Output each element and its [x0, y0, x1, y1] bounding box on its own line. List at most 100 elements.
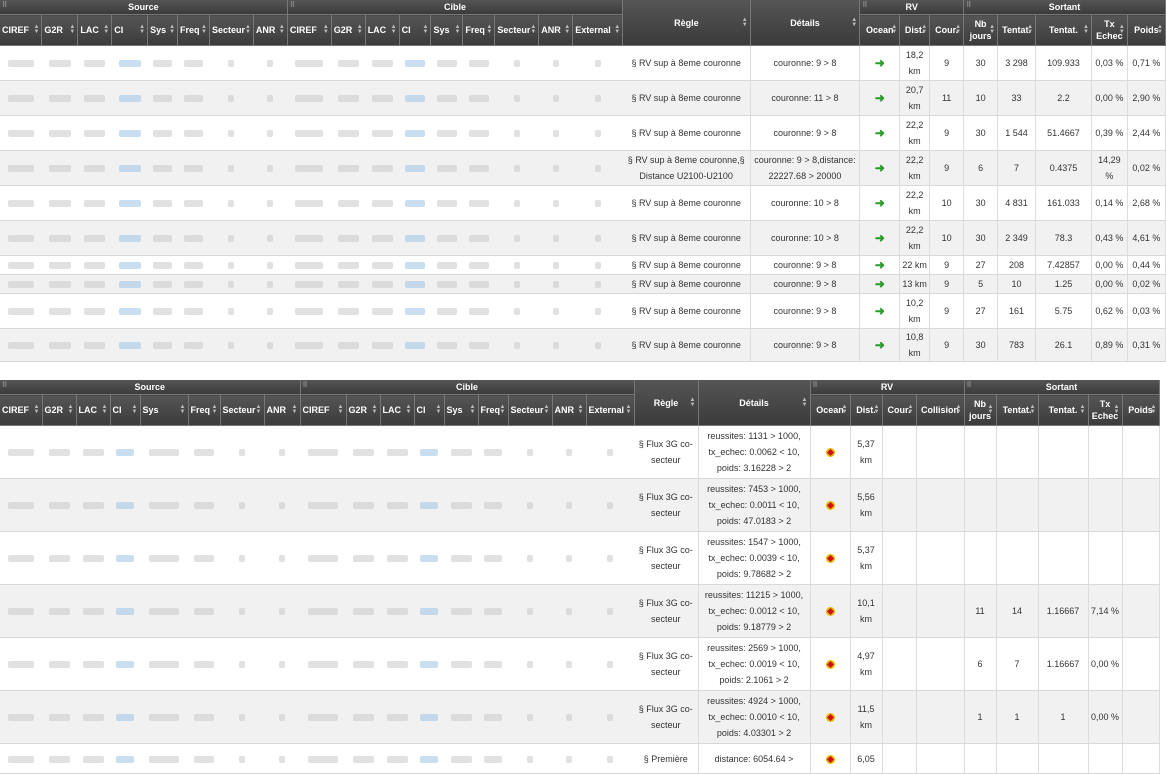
- sort-icon[interactable]: ▲ ▼: [102, 404, 108, 415]
- table-row[interactable]: § RV sup à 8eme couronne couronne: 9 > 8 ➜…: [0, 293, 1166, 329]
- drag-handle-icon[interactable]: ⠿: [967, 381, 972, 389]
- header-rv-0[interactable]: Ocean ▲ ▼: [810, 394, 851, 426]
- header-cible-4[interactable]: Sys ▲ ▼: [444, 394, 479, 426]
- sort-icon[interactable]: ▲ ▼: [454, 24, 460, 35]
- table-row[interactable]: § RV sup à 8eme couronne couronne: 10 > 8…: [0, 220, 1166, 256]
- header-sortant-4[interactable]: Poids ▲ ▼: [1127, 14, 1166, 46]
- header-rv-1[interactable]: Dist. ▲ ▼: [899, 14, 931, 46]
- header-cible-1[interactable]: G2R ▲ ▼: [331, 14, 366, 46]
- table-row[interactable]: § Flux 3G co-secteur reussites: 2569 > 10…: [0, 637, 1160, 691]
- header-cible-6[interactable]: Secteur ▲ ▼: [494, 14, 540, 46]
- sort-icon[interactable]: ▲ ▼: [1083, 24, 1089, 35]
- header-cible-2[interactable]: LAC ▲ ▼: [365, 14, 400, 46]
- header-sortant-1[interactable]: Tentat. ▲ ▼: [997, 14, 1037, 46]
- table-row[interactable]: § RV sup à 8eme couronne couronne: 9 > 8 ➜…: [0, 274, 1166, 294]
- sort-icon[interactable]: ▲ ▼: [292, 404, 298, 415]
- header-source-6[interactable]: Secteur ▲ ▼: [209, 14, 254, 46]
- sort-icon[interactable]: ▲ ▼: [1080, 404, 1086, 415]
- table-row[interactable]: § RV sup à 8eme couronne couronne: 9 > 8 ➜…: [0, 328, 1166, 362]
- sort-icon[interactable]: ▲ ▼: [256, 404, 262, 415]
- sort-icon[interactable]: ▲ ▼: [742, 17, 748, 28]
- sort-icon[interactable]: ▲ ▼: [357, 24, 363, 35]
- sort-icon[interactable]: ▲ ▼: [1157, 24, 1163, 35]
- header-source-3[interactable]: CI ▲ ▼: [110, 394, 141, 426]
- table-row[interactable]: § Flux 3G co-secteur reussites: 7453 > 10…: [0, 478, 1160, 532]
- header-cible-2[interactable]: LAC ▲ ▼: [380, 394, 415, 426]
- sort-icon[interactable]: ▲ ▼: [103, 24, 109, 35]
- header-source-0[interactable]: CIREF ▲ ▼: [0, 14, 43, 46]
- header-source-7[interactable]: ANR ▲ ▼: [253, 14, 288, 46]
- header-source-1[interactable]: G2R ▲ ▼: [42, 394, 77, 426]
- sort-icon[interactable]: ▲ ▼: [874, 404, 880, 415]
- sort-icon[interactable]: ▲ ▼: [338, 404, 344, 415]
- sort-icon[interactable]: ▲ ▼: [245, 24, 251, 35]
- drag-handle-icon[interactable]: ⠿: [966, 1, 971, 9]
- sort-icon[interactable]: ▲ ▼: [851, 17, 857, 28]
- header-rv-0[interactable]: Ocean ▲ ▼: [859, 14, 901, 46]
- sort-icon[interactable]: ▲ ▼: [34, 404, 40, 415]
- table-row[interactable]: § Flux 3G co-secteur reussites: 4924 > 10…: [0, 690, 1160, 744]
- sort-icon[interactable]: ▲ ▼: [423, 24, 429, 35]
- header-sortant-2[interactable]: Tentat. ▲ ▼: [1035, 14, 1092, 46]
- header-sortant-3[interactable]: Tx Echec ▲ ▼: [1091, 14, 1128, 46]
- sort-icon[interactable]: ▲ ▼: [614, 24, 620, 35]
- table-row[interactable]: § RV sup à 8eme couronne couronne: 9 > 8 ➜…: [0, 45, 1166, 81]
- drag-handle-icon[interactable]: ⠿: [813, 381, 818, 389]
- header-details[interactable]: Détails ▲ ▼: [698, 380, 811, 426]
- sort-icon[interactable]: ▲ ▼: [564, 24, 570, 35]
- header-cible-3[interactable]: CI ▲ ▼: [414, 394, 445, 426]
- table-row[interactable]: § RV sup à 8eme couronne couronne: 9 > 8 ➜…: [0, 115, 1166, 151]
- sort-icon[interactable]: ▲ ▼: [988, 404, 994, 415]
- sort-icon[interactable]: ▲ ▼: [530, 24, 536, 35]
- sort-icon[interactable]: ▲ ▼: [1027, 24, 1033, 35]
- sort-icon[interactable]: ▲ ▼: [578, 404, 584, 415]
- sort-icon[interactable]: ▲ ▼: [33, 24, 39, 35]
- sort-icon[interactable]: ▲ ▼: [470, 404, 476, 415]
- header-cible-7[interactable]: ANR ▲ ▼: [552, 394, 587, 426]
- sort-icon[interactable]: ▲ ▼: [406, 404, 412, 415]
- table-row[interactable]: § Flux 3G co-secteur reussites: 11215 > 1…: [0, 584, 1160, 638]
- header-source-4[interactable]: Sys ▲ ▼: [147, 14, 179, 46]
- header-sortant-1[interactable]: Tentat. ▲ ▼: [996, 394, 1039, 426]
- header-cible-5[interactable]: Freq ▲ ▼: [462, 14, 496, 46]
- header-rv-2[interactable]: Cour. ▲ ▼: [929, 14, 965, 46]
- sort-icon[interactable]: ▲ ▼: [169, 24, 175, 35]
- sort-icon[interactable]: ▲ ▼: [956, 404, 962, 415]
- sort-icon[interactable]: ▲ ▼: [212, 404, 218, 415]
- header-cible-0[interactable]: CIREF ▲ ▼: [287, 14, 332, 46]
- sort-icon[interactable]: ▲ ▼: [921, 24, 927, 35]
- table-row[interactable]: § RV sup à 8eme couronne,§ Distance U210…: [0, 150, 1166, 186]
- sort-icon[interactable]: ▲ ▼: [989, 24, 995, 35]
- header-details[interactable]: Détails ▲ ▼: [750, 0, 861, 46]
- sort-icon[interactable]: ▲ ▼: [139, 24, 145, 35]
- header-regle[interactable]: Règle ▲ ▼: [622, 0, 751, 46]
- header-source-7[interactable]: ANR ▲ ▼: [264, 394, 301, 426]
- header-sortant-0[interactable]: Nb jours ▲ ▼: [963, 14, 999, 46]
- sort-icon[interactable]: ▲ ▼: [486, 24, 492, 35]
- header-source-4[interactable]: Sys ▲ ▼: [140, 394, 189, 426]
- sort-icon[interactable]: ▲ ▼: [201, 24, 207, 35]
- table-row[interactable]: § Flux 3G co-secteur reussites: 1547 > 10…: [0, 531, 1160, 585]
- sort-icon[interactable]: ▲ ▼: [690, 397, 696, 408]
- header-cible-3[interactable]: CI ▲ ▼: [399, 14, 432, 46]
- header-source-0[interactable]: CIREF ▲ ▼: [0, 394, 43, 426]
- table-row[interactable]: § Première distance: 6054.64 > 6,05: [0, 743, 1160, 774]
- sort-icon[interactable]: ▲ ▼: [802, 397, 808, 408]
- sort-icon[interactable]: ▲ ▼: [69, 24, 75, 35]
- header-rv-2[interactable]: Cour. ▲ ▼: [882, 394, 917, 426]
- header-sortant-3[interactable]: Tx Echec ▲ ▼: [1088, 394, 1123, 426]
- sort-icon[interactable]: ▲ ▼: [955, 24, 961, 35]
- sort-icon[interactable]: ▲ ▼: [1119, 24, 1125, 35]
- sort-icon[interactable]: ▲ ▼: [891, 24, 897, 35]
- sort-icon[interactable]: ▲ ▼: [132, 404, 138, 415]
- sort-icon[interactable]: ▲ ▼: [279, 24, 285, 35]
- drag-handle-icon[interactable]: ⠿: [2, 1, 7, 9]
- header-source-1[interactable]: G2R ▲ ▼: [41, 14, 79, 46]
- table-row[interactable]: § RV sup à 8eme couronne couronne: 10 > 8…: [0, 185, 1166, 221]
- header-source-2[interactable]: LAC ▲ ▼: [77, 14, 113, 46]
- sort-icon[interactable]: ▲ ▼: [1114, 404, 1120, 415]
- sort-icon[interactable]: ▲ ▼: [372, 404, 378, 415]
- table-row[interactable]: § Flux 3G co-secteur reussites: 1131 > 10…: [0, 425, 1160, 479]
- header-cible-0[interactable]: CIREF ▲ ▼: [300, 394, 347, 426]
- header-cible-1[interactable]: G2R ▲ ▼: [346, 394, 381, 426]
